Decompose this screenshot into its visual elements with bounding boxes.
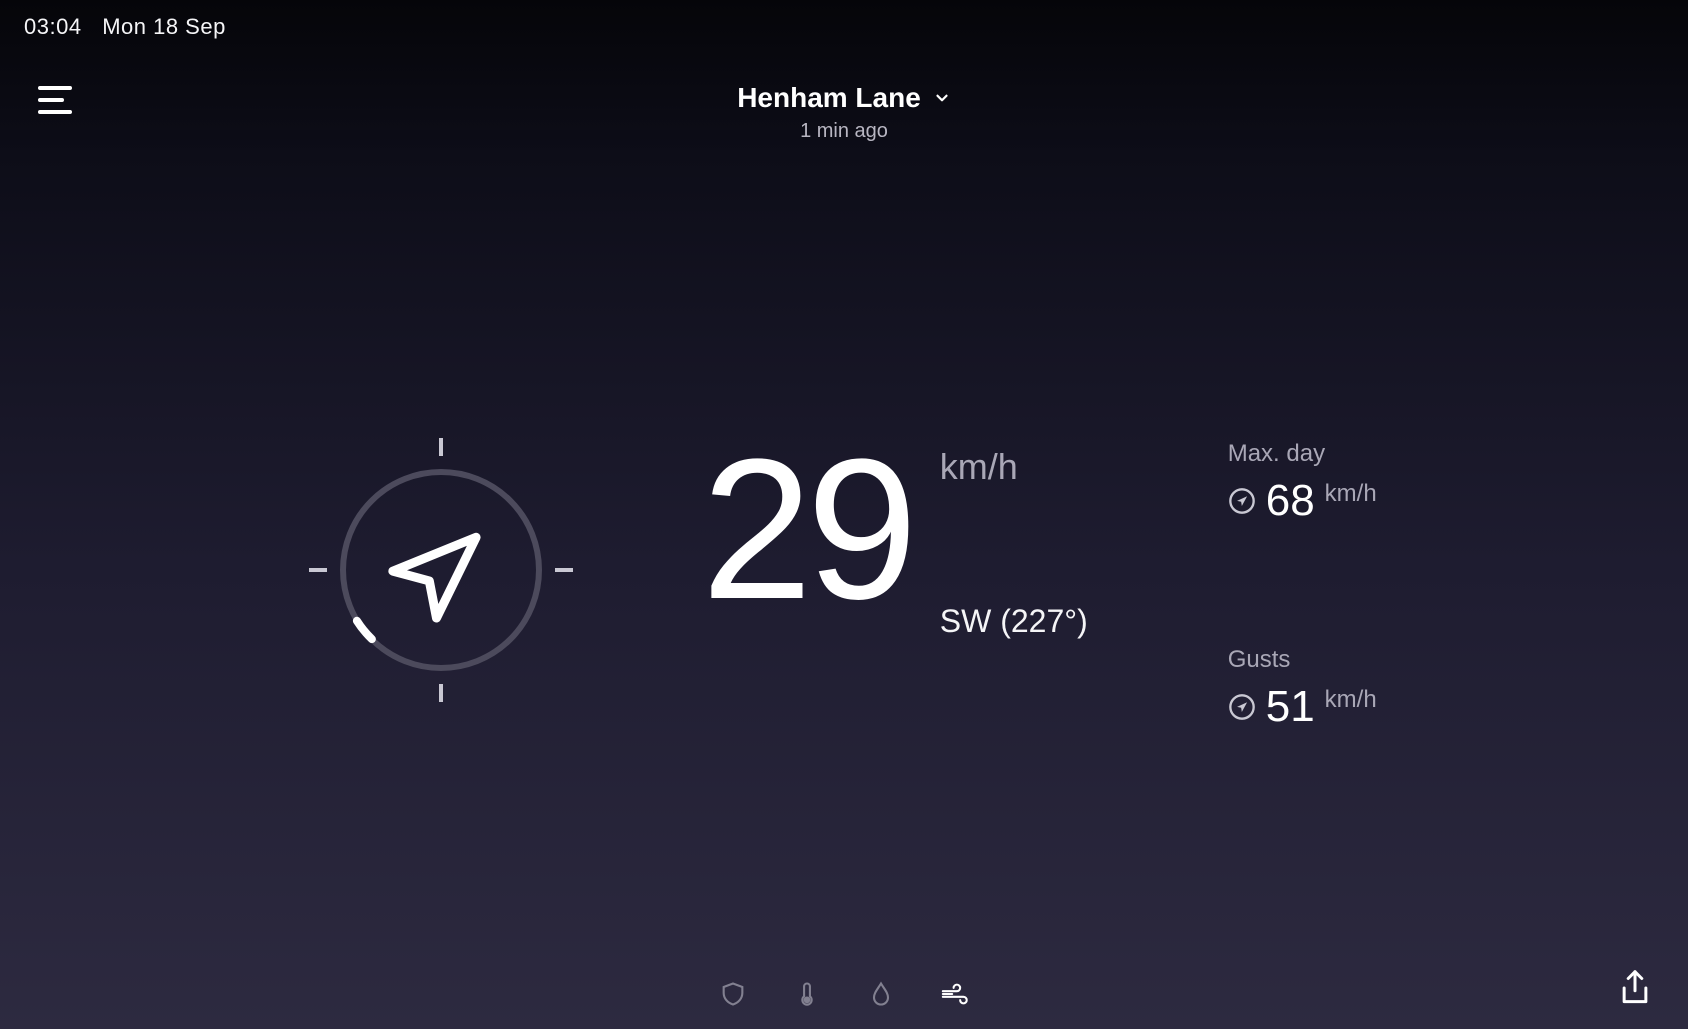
stat-value: 51	[1266, 682, 1315, 732]
status-bar: 03:04 Mon 18 Sep	[24, 14, 226, 40]
status-date: Mon 18 Sep	[102, 14, 226, 39]
menu-icon	[38, 86, 72, 90]
stat-label: Gusts	[1228, 646, 1377, 674]
share-button[interactable]	[1618, 969, 1652, 1007]
wind-speed-unit: km/h	[940, 446, 1088, 488]
stats-column: Max. day 68 km/h Gusts 51 km/h	[1228, 440, 1377, 732]
compass-small-icon	[1228, 693, 1256, 721]
menu-button[interactable]	[38, 86, 72, 114]
tab-wind[interactable]	[940, 979, 970, 1009]
wind-compass	[311, 440, 571, 700]
tab-humidity[interactable]	[866, 979, 896, 1009]
compass-small-icon	[1228, 487, 1256, 515]
stat-value: 68	[1266, 476, 1315, 526]
tab-temperature[interactable]	[792, 979, 822, 1009]
stat-max-day: Max. day 68 km/h	[1228, 440, 1377, 526]
stat-unit: km/h	[1325, 686, 1377, 714]
tab-shield[interactable]	[718, 979, 748, 1009]
wind-icon	[940, 980, 970, 1008]
stat-label: Max. day	[1228, 440, 1377, 468]
wind-reading: 29 km/h SW (227°)	[701, 440, 1087, 640]
bottom-tab-bar	[718, 979, 970, 1009]
shield-icon	[719, 980, 747, 1008]
droplet-icon	[867, 980, 895, 1008]
stat-gusts: Gusts 51 km/h	[1228, 646, 1377, 732]
wind-speed-value: 29	[701, 440, 911, 620]
wind-direction-label: SW (227°)	[940, 603, 1088, 640]
status-time: 03:04	[24, 14, 82, 39]
location-selector[interactable]: Henham Lane	[737, 82, 951, 114]
stat-unit: km/h	[1325, 480, 1377, 508]
main-content: 29 km/h SW (227°) Max. day 68 km/h Gusts…	[0, 440, 1688, 732]
compass-icon	[301, 430, 581, 710]
share-icon	[1618, 969, 1652, 1007]
thermometer-icon	[793, 980, 821, 1008]
last-updated: 1 min ago	[0, 120, 1688, 143]
chevron-down-icon	[933, 89, 951, 107]
location-name: Henham Lane	[737, 82, 921, 114]
